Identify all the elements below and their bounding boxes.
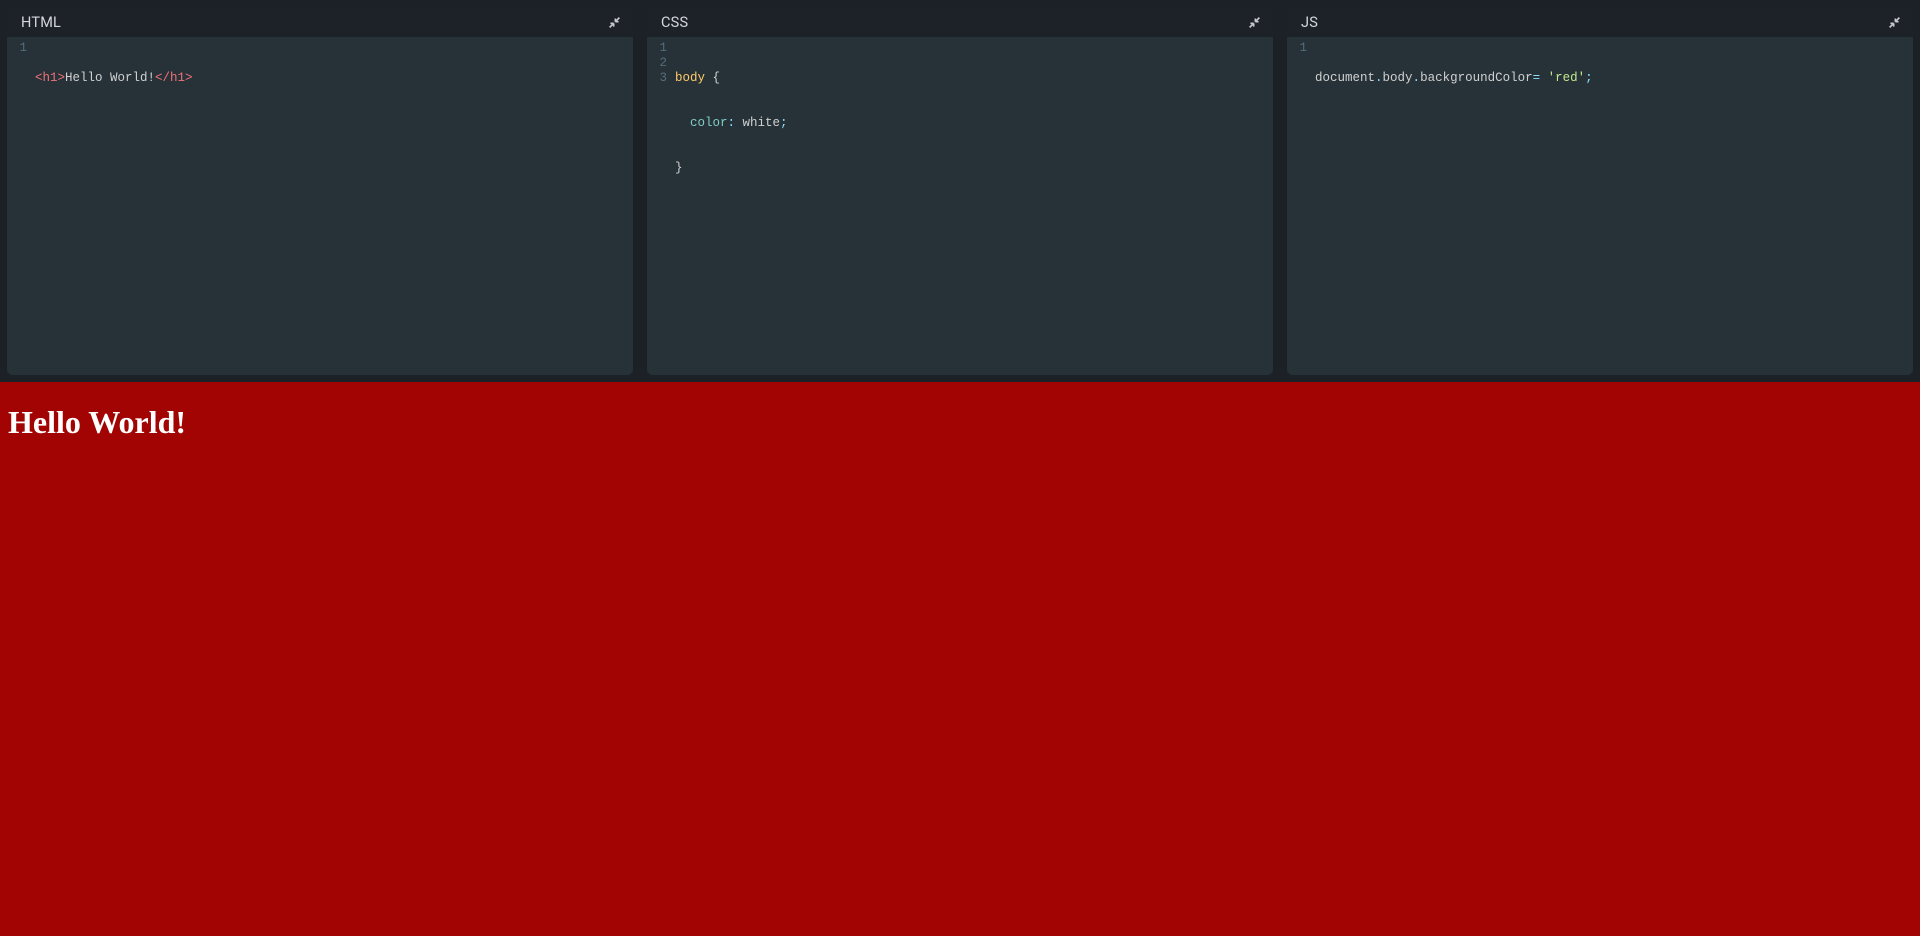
token-tag: </h1> [155,71,193,85]
token-selector: body [675,71,705,85]
code-line: color: white; [675,116,1273,131]
line-number: 1 [1287,41,1307,56]
code-line: document.body.backgroundColor= 'red'; [1315,71,1913,86]
preview-heading: Hello World! [8,404,1912,441]
token-brace: { [705,71,720,85]
html-code-editor[interactable]: 1 <h1>Hello World!</h1> [7,37,633,375]
code-lines: body { color: white; } [675,41,1273,375]
html-panel-header: HTML [7,7,633,37]
token-semicolon: ; [1585,71,1593,85]
code-line: } [675,161,1273,176]
line-number: 1 [7,41,27,56]
token-ident: backgroundColor [1420,71,1533,85]
token-dot: . [1413,71,1421,85]
code-line: <h1>Hello World!</h1> [35,71,633,86]
css-code-editor[interactable]: 1 2 3 body { color: white; } [647,37,1273,375]
token-property: color [675,116,728,130]
gutter: 1 [1287,41,1315,375]
code-lines: document.body.backgroundColor= 'red'; [1315,41,1913,375]
token-ident: document [1315,71,1375,85]
token-string: 'red' [1548,71,1586,85]
token-tag: <h1> [35,71,65,85]
gutter: 1 [7,41,35,375]
token-semicolon: ; [780,116,788,130]
token-brace: } [675,161,683,175]
collapse-icon[interactable] [1887,15,1901,29]
collapse-icon[interactable] [607,15,621,29]
html-panel-title: HTML [21,14,61,31]
editors-row: HTML 1 <h1>Hello World!</h1> CSS 1 2 [0,0,1920,382]
gutter: 1 2 3 [647,41,675,375]
token-text: Hello World! [65,71,155,85]
line-number: 1 [647,41,667,56]
js-code-editor[interactable]: 1 document.body.backgroundColor= 'red'; [1287,37,1913,375]
css-panel: CSS 1 2 3 body { color: white; } [647,7,1273,375]
js-panel: JS 1 document.body.backgroundColor= 'red… [1287,7,1913,375]
token-dot: . [1375,71,1383,85]
token-operator: = [1533,71,1548,85]
code-line: body { [675,71,1273,86]
code-lines: <h1>Hello World!</h1> [35,41,633,375]
css-panel-header: CSS [647,7,1273,37]
js-panel-header: JS [1287,7,1913,37]
token-value: white [743,116,781,130]
token-colon: : [728,116,743,130]
js-panel-title: JS [1301,14,1318,31]
line-number: 3 [647,71,667,86]
preview-pane: Hello World! [0,382,1920,936]
css-panel-title: CSS [661,14,688,31]
line-number: 2 [647,56,667,71]
token-ident: body [1383,71,1413,85]
html-panel: HTML 1 <h1>Hello World!</h1> [7,7,633,375]
collapse-icon[interactable] [1247,15,1261,29]
